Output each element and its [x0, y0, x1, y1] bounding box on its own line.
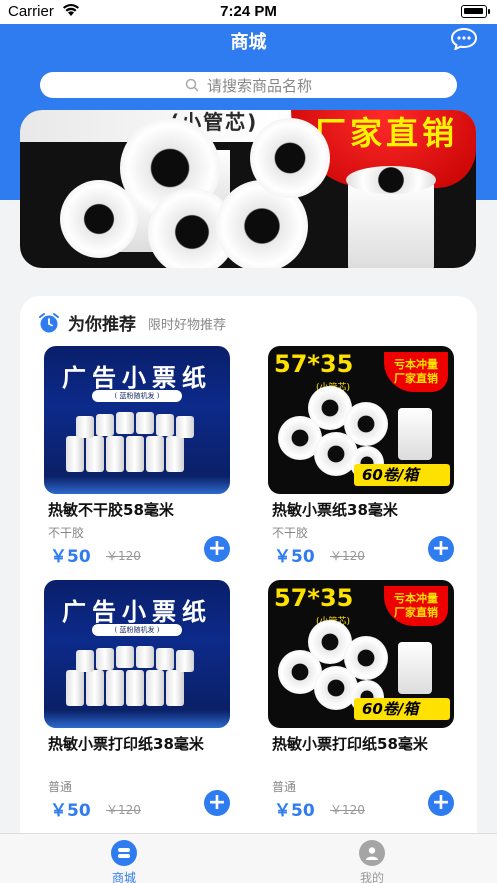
search-input[interactable]: 请搜索商品名称 [40, 72, 457, 98]
tab-bar: 商城 我的 [0, 833, 497, 883]
clock: 7:24 PM [220, 3, 277, 20]
add-to-cart-button[interactable]: + [428, 790, 454, 816]
add-to-cart-button[interactable]: + [428, 536, 454, 562]
user-icon [359, 840, 385, 866]
shop-icon [111, 840, 137, 866]
tab-mine[interactable]: 我的 [342, 840, 402, 883]
banner-headline: 厂家直销 [313, 114, 458, 152]
page-title: 商城 [230, 32, 267, 53]
product-old-price: ￥120 [106, 549, 141, 563]
product-old-price: ￥120 [106, 803, 141, 817]
product-tag: 不干胶 [48, 526, 85, 540]
product-tag: 普通 [272, 780, 297, 794]
product-image[interactable]: 广告小票纸 ( 蓝粉随机发 ) [44, 346, 230, 494]
tab-mine-label: 我的 [359, 871, 384, 883]
chat-icon[interactable] [451, 28, 477, 50]
product-image[interactable]: 57*35 (小管芯) 亏本冲量厂家直销 60卷/箱 [268, 580, 454, 728]
promo-banner[interactable]: (小管芯) 厂家直销 [20, 110, 476, 268]
tab-home[interactable]: 商城 [94, 840, 154, 883]
product-old-price: ￥120 [330, 549, 365, 563]
product-old-price: ￥120 [330, 803, 365, 817]
product-tag: 普通 [48, 780, 73, 794]
product-name: 热敏小票打印纸58毫米 [272, 735, 428, 753]
status-bar: Carrier 7:24 PM [0, 0, 497, 24]
add-to-cart-button[interactable]: + [204, 790, 230, 816]
product-name: 热敏小票打印纸38毫米 [48, 735, 204, 753]
section-subtitle: 限时好物推荐 [148, 318, 227, 333]
add-to-cart-button[interactable]: + [204, 536, 230, 562]
product-price: ￥50 [50, 547, 91, 567]
tab-home-label: 商城 [111, 871, 136, 883]
product-image[interactable]: 57*35 (小管芯) 亏本冲量厂家直销 60卷/箱 [268, 346, 454, 494]
product-price: ￥50 [274, 801, 315, 821]
product-name: 热敏小票纸38毫米 [272, 501, 398, 519]
product-price: ￥50 [274, 547, 315, 567]
battery-icon [461, 5, 490, 18]
alarm-clock-icon [39, 312, 59, 332]
product-image[interactable]: 广告小票纸 ( 蓝粉随机发 ) [44, 580, 230, 728]
product-price: ￥50 [50, 801, 91, 821]
search-icon [185, 78, 199, 92]
search-placeholder: 请搜索商品名称 [206, 76, 312, 95]
recommend-section: 为你推荐 限时好物推荐 广告小票纸 ( 蓝粉随机发 ) 热敏不干胶58毫米 不干… [20, 296, 477, 836]
section-title: 为你推荐 [68, 315, 136, 335]
product-tag: 不干胶 [272, 526, 309, 540]
product-name: 热敏不干胶58毫米 [48, 501, 174, 519]
